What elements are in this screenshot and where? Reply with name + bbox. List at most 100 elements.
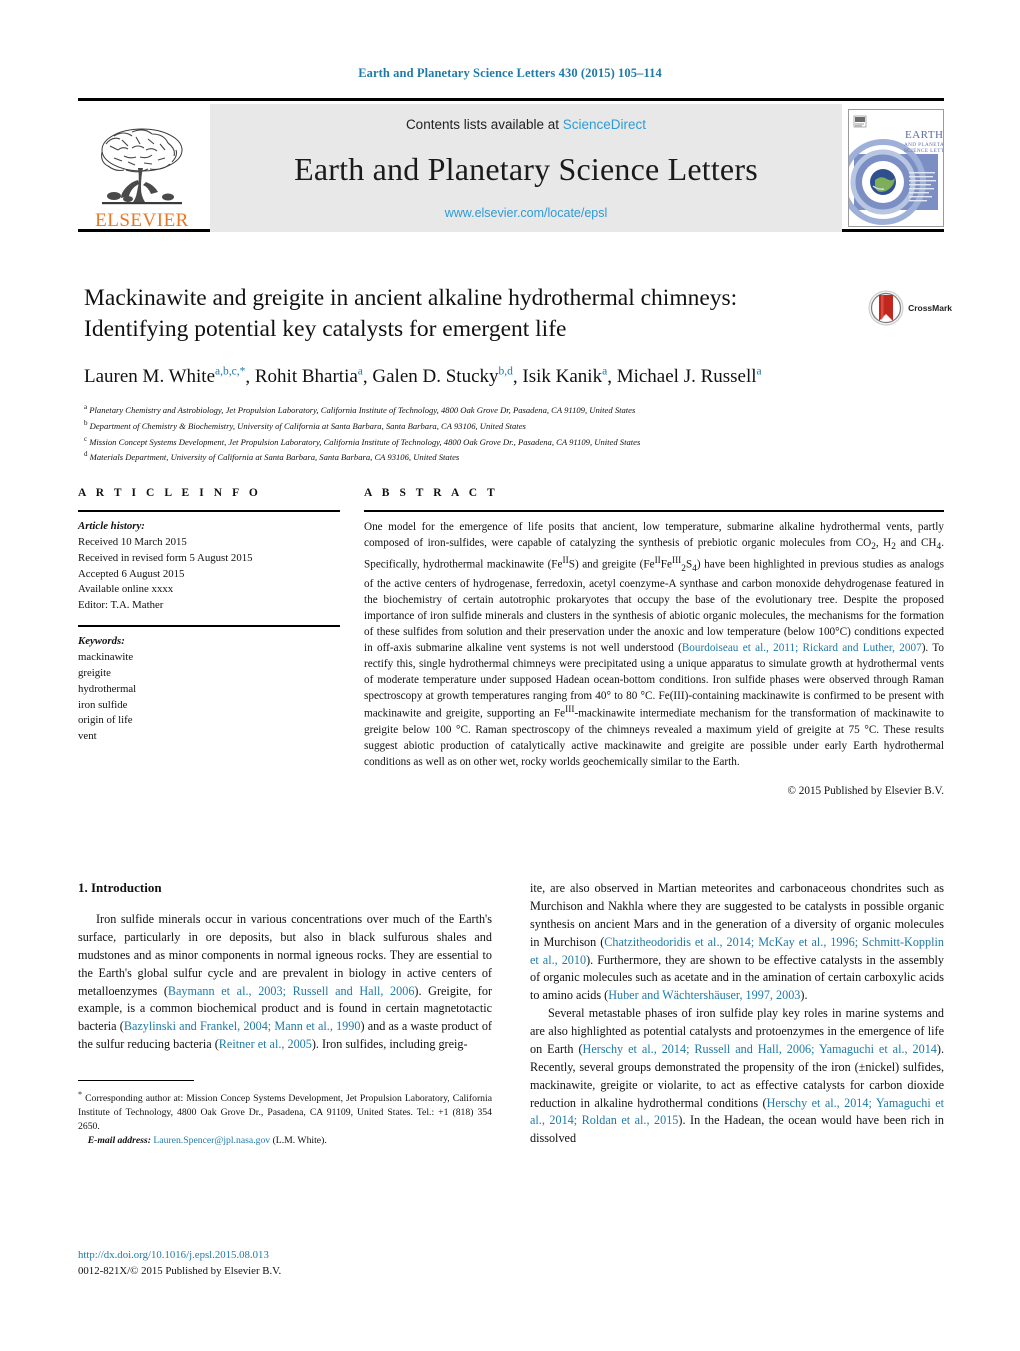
journal-url-link[interactable]: www.elsevier.com/locate/epsl: [445, 206, 608, 220]
footnote-divider: [78, 1080, 194, 1081]
history-item: Received 10 March 2015: [78, 535, 187, 548]
sciencedirect-link[interactable]: ScienceDirect: [563, 117, 646, 132]
author-item[interactable]: Isik Kanika: [522, 366, 607, 387]
history-item: Received in revised form 5 August 2015: [78, 551, 253, 564]
issn-copyright-line: 0012-821X/© 2015 Published by Elsevier B…: [78, 1264, 282, 1277]
abstract-column: A B S T R A C T One model for the emerge…: [364, 487, 944, 797]
svg-text:SCIENCE LETTERS: SCIENCE LETTERS: [904, 148, 943, 154]
author-item[interactable]: Lauren M. Whitea,b,c,*: [84, 366, 245, 387]
affiliation-mark: c: [84, 434, 88, 443]
crossmark-label: CrossMark: [908, 303, 952, 313]
affiliation-text: Planetary Chemistry and Astrobiology, Je…: [89, 404, 636, 415]
divider: [78, 510, 340, 512]
journal-article-page: Earth and Planetary Science Letters 430 …: [0, 0, 1020, 1351]
journal-title: Earth and Planetary Science Letters: [294, 150, 758, 187]
body-columns: 1. Introduction Iron sulfide minerals oc…: [78, 880, 944, 1148]
abstract-copyright: © 2015 Published by Elsevier B.V.: [787, 784, 944, 797]
title-block: Mackinawite and greigite in ancient alka…: [84, 283, 844, 465]
article-title-line-2: Identifying potential key catalysts for …: [84, 316, 567, 343]
author-name: Michael J. Russell: [616, 366, 757, 388]
column-gap: [492, 880, 530, 1148]
affiliation-list: a Planetary Chemistry and Astrobiology, …: [84, 402, 844, 465]
inline-citation-link[interactable]: Chatzitheodoridis et al., 2014; McKay et…: [530, 935, 944, 967]
info-abstract-row: A R T I C L E I N F O Article history: R…: [78, 487, 944, 797]
author-affil-marks: a: [756, 366, 762, 379]
introduction-heading: 1. Introduction: [78, 880, 162, 895]
affiliation-item: b Department of Chemistry & Biochemistry…: [84, 418, 844, 434]
doi-link[interactable]: http://dx.doi.org/10.1016/j.epsl.2015.08…: [78, 1248, 281, 1264]
keyword-item: hydrothermal: [78, 682, 137, 695]
running-head: Earth and Planetary Science Letters 430 …: [358, 66, 662, 80]
inline-citation-link[interactable]: Bourdoiseau et al., 2011; Rickard and Lu…: [682, 642, 922, 654]
keyword-item: greigite: [78, 666, 111, 679]
email-label: E-mail address:: [87, 1135, 151, 1147]
abstract-body: One model for the emergence of life posi…: [364, 521, 945, 768]
body-column-left: 1. Introduction Iron sulfide minerals oc…: [78, 880, 492, 1148]
divider: [78, 625, 340, 628]
inline-citation-link[interactable]: Bazylinski and Frankel, 2004; Mann et al…: [124, 1019, 361, 1033]
author-item[interactable]: Rohit Bhartiaa: [255, 366, 363, 387]
article-title: Mackinawite and greigite in ancient alka…: [84, 283, 844, 345]
author-name: Lauren M. White: [84, 366, 216, 388]
inline-citation-link[interactable]: Herschy et al., 2014; Russell and Hall, …: [583, 1042, 937, 1056]
journal-cover-thumbnail: EARTH AND PLANETARY SCIENCE LETTERS: [848, 109, 944, 227]
article-history-group: Article history: Received 10 March 2015 …: [78, 519, 340, 614]
crossmark-icon: [868, 290, 904, 326]
author-affil-marks: a,b,c,: [215, 366, 240, 379]
affiliation-item: c Mission Concept Systems Development, J…: [84, 434, 844, 450]
intro-paragraph-2: Several metastable phases of iron sulfid…: [530, 1006, 944, 1146]
email-owner: (L.M. White).: [272, 1135, 327, 1147]
affiliation-mark: d: [84, 450, 88, 459]
footer-doi-block: http://dx.doi.org/10.1016/j.epsl.2015.08…: [78, 1248, 281, 1279]
footnote-text: Corresponding author at: Mission Concep …: [78, 1093, 493, 1133]
email-link[interactable]: Lauren.Spencer@jpl.nasa.gov: [153, 1135, 270, 1146]
affiliation-mark: a: [84, 403, 88, 412]
contents-prefix: Contents lists available at: [405, 117, 563, 132]
intro-paragraph-1: Iron sulfide minerals occur in various c…: [78, 912, 492, 1052]
author-name: Isik Kanik: [522, 366, 603, 388]
article-history-label: Article history:: [78, 520, 145, 532]
inline-citation-link[interactable]: Huber and Wächtershäuser, 1997, 2003: [608, 988, 800, 1002]
affiliation-mark: b: [84, 418, 88, 427]
abstract-heading: A B S T R A C T: [364, 487, 499, 499]
elsevier-wordmark: ELSEVIER: [95, 210, 189, 231]
author-item[interactable]: Michael J. Russella: [617, 366, 762, 387]
masthead-center-panel: Contents lists available at ScienceDirec…: [210, 104, 842, 232]
intro-paragraph-1-continued: ite, are also observed in Martian meteor…: [530, 881, 944, 1003]
contents-list-line: Contents lists available at ScienceDirec…: [406, 117, 646, 132]
author-affil-marks: a: [602, 366, 608, 379]
inline-citation-link[interactable]: Herschy et al., 2014; Yamaguchi et al., …: [530, 1096, 944, 1128]
inline-citation-link[interactable]: Reitner et al., 2005: [219, 1037, 312, 1051]
keywords-group: Keywords: mackinawite greigite hydrother…: [78, 634, 340, 745]
article-info-column: A R T I C L E I N F O Article history: R…: [78, 487, 340, 797]
keyword-item: iron sulfide: [78, 698, 128, 711]
history-item: Available online xxxx: [78, 583, 174, 596]
affiliation-text: Department of Chemistry & Biochemistry, …: [89, 420, 526, 431]
crossmark-badge[interactable]: CrossMark: [868, 290, 952, 326]
article-title-line-1: Mackinawite and greigite in ancient alka…: [84, 285, 738, 311]
footnote-marker: *: [78, 1090, 83, 1099]
keyword-item: mackinawite: [78, 651, 134, 664]
author-item[interactable]: Galen D. Stuckyb,d: [372, 366, 513, 387]
author-name: Rohit Bhartia: [254, 366, 358, 388]
keywords-label: Keywords:: [78, 635, 125, 648]
author-affil-marks: a: [357, 366, 363, 379]
author-list: Lauren M. Whitea,b,c,*, Rohit Bhartiaa, …: [84, 366, 762, 388]
affiliation-item: d Materials Department, University of Ca…: [84, 449, 844, 465]
elsevier-tree-icon: [101, 128, 183, 205]
article-info-heading: A R T I C L E I N F O: [78, 487, 262, 499]
keyword-item: vent: [78, 730, 97, 743]
history-item: Editor: T.A. Mather: [78, 599, 164, 612]
corresponding-author-marker: *: [239, 366, 246, 379]
author-name: Galen D. Stucky: [372, 366, 499, 388]
author-affil-marks: b,d: [498, 366, 513, 379]
history-item: Accepted 6 August 2015: [78, 567, 185, 580]
affiliation-item: a Planetary Chemistry and Astrobiology, …: [84, 402, 844, 418]
keyword-item: origin of life: [78, 714, 133, 727]
affiliation-text: Materials Department, University of Cali…: [89, 452, 460, 463]
column-gap: [340, 487, 364, 797]
divider: [364, 510, 944, 512]
inline-citation-link[interactable]: Baymann et al., 2003; Russell and Hall, …: [168, 984, 415, 998]
affiliation-text: Mission Concept Systems Development, Jet…: [89, 436, 641, 447]
svg-text:EARTH: EARTH: [905, 129, 943, 141]
